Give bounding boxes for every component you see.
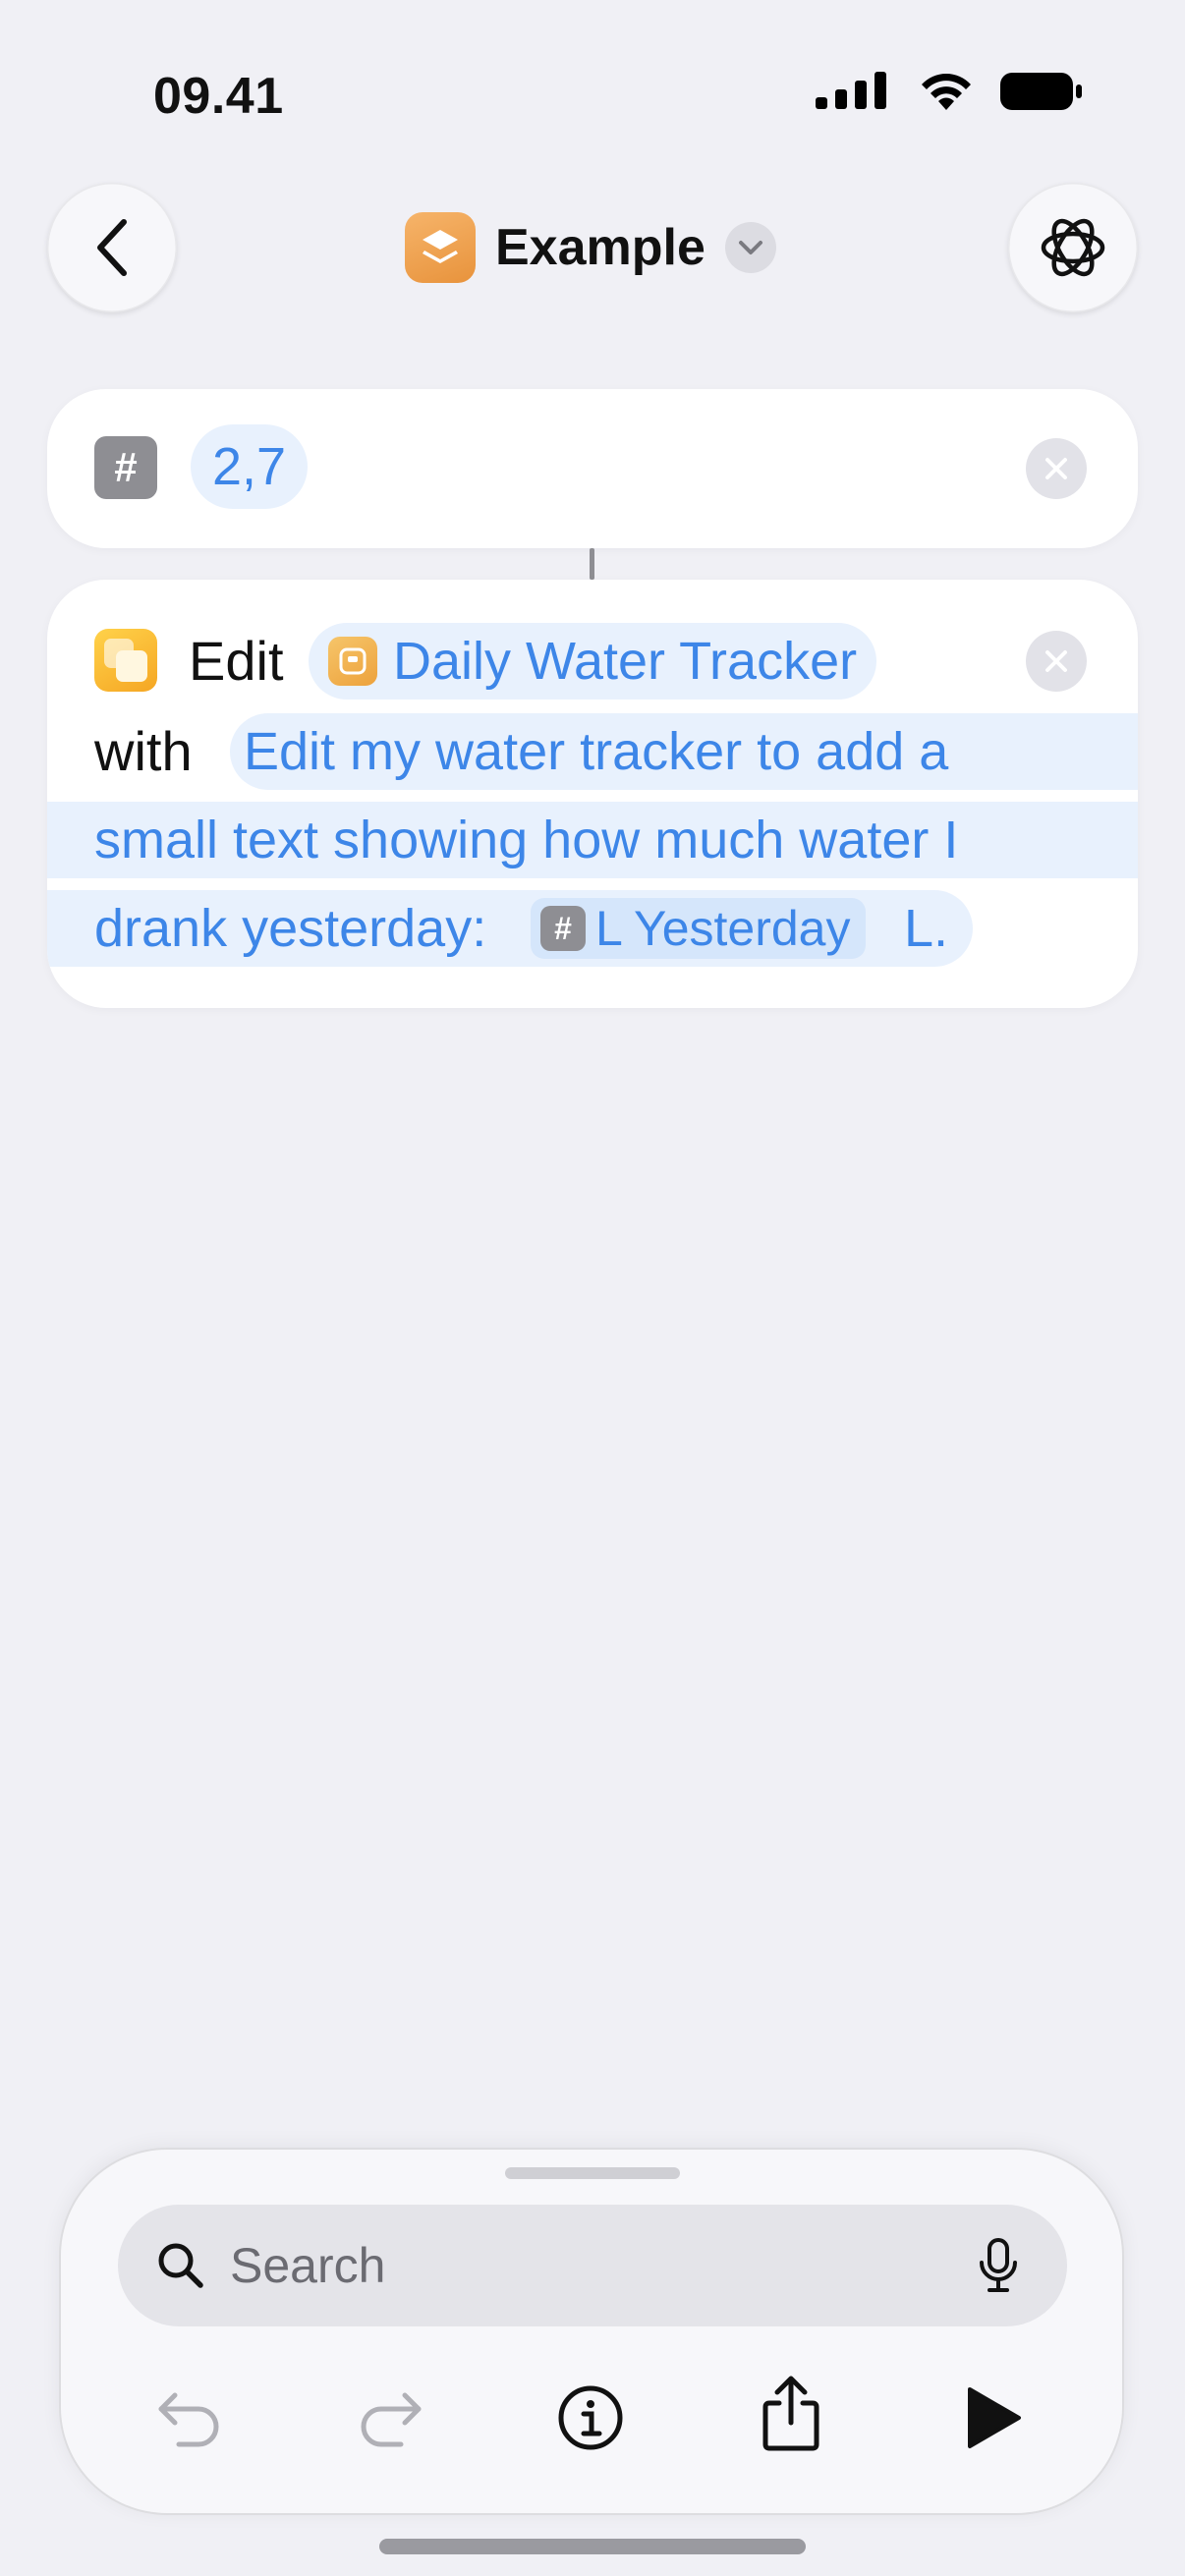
info-icon: [558, 2385, 623, 2450]
widget-icon: [339, 647, 367, 675]
info-button[interactable]: [546, 2374, 635, 2462]
number-icon: #: [94, 436, 157, 499]
scripting-app-icon: [94, 629, 157, 692]
apple-intelligence-icon: [1041, 218, 1105, 277]
battery-icon: [1000, 73, 1082, 110]
target-pill[interactable]: Daily Water Tracker: [309, 623, 877, 700]
title-dropdown[interactable]: [724, 222, 776, 273]
share-button[interactable]: [747, 2370, 835, 2458]
close-icon: [1045, 458, 1067, 479]
microphone-icon[interactable]: [977, 2237, 1020, 2294]
action-connector: [590, 548, 594, 580]
shortcut-title: Example: [495, 219, 705, 276]
cellular-signal-icon: [816, 72, 886, 109]
status-time: 09.41: [153, 68, 284, 125]
remove-number-action-button[interactable]: [1026, 438, 1087, 499]
shortcut-title-menu[interactable]: Example: [405, 210, 776, 285]
undo-button[interactable]: [145, 2374, 234, 2462]
prompt-suffix[interactable]: L.: [904, 898, 948, 959]
search-icon: [158, 2243, 203, 2288]
remove-edit-action-button[interactable]: [1026, 631, 1087, 692]
shortcut-icon: [405, 212, 476, 283]
prompt-text-line1[interactable]: Edit my water tracker to add a: [244, 721, 948, 782]
wifi-icon: [922, 74, 971, 110]
redo-button[interactable]: [346, 2374, 434, 2462]
share-icon: [762, 2376, 819, 2451]
prompt-text-line3[interactable]: drank yesterday:: [94, 898, 486, 959]
status-icons: [814, 71, 1083, 112]
edit-verb: Edit: [189, 630, 284, 692]
variable-name: L Yesterday: [595, 901, 851, 956]
redo-icon: [361, 2392, 422, 2447]
layers-icon: [423, 230, 458, 263]
play-icon: [968, 2387, 1021, 2448]
back-button[interactable]: [47, 183, 177, 312]
search-placeholder: Search: [230, 2238, 386, 2293]
home-indicator: [379, 2539, 806, 2554]
edit-action-card[interactable]: Edit Daily Water Tracker with Edit my wa…: [47, 580, 1138, 1008]
prompt-text-line2[interactable]: small text showing how much water I: [94, 810, 958, 870]
widget-app-icon: [328, 637, 377, 686]
target-name: Daily Water Tracker: [393, 632, 858, 691]
run-button[interactable]: [949, 2374, 1038, 2462]
apple-intelligence-button[interactable]: [1008, 183, 1138, 312]
number-action-card[interactable]: # 2,7: [47, 389, 1138, 548]
with-label: with: [94, 720, 193, 782]
number-variable-icon: #: [540, 906, 586, 951]
close-icon: [1045, 650, 1067, 672]
panel-grabber[interactable]: [505, 2167, 680, 2179]
undo-icon: [158, 2392, 219, 2447]
variable-pill[interactable]: # L Yesterday: [531, 898, 867, 959]
chevron-left-icon: [97, 219, 127, 276]
action-search-panel: Search: [59, 2148, 1124, 2515]
chevron-down-icon: [738, 241, 762, 254]
number-value-pill[interactable]: 2,7: [191, 424, 309, 509]
search-field[interactable]: Search: [118, 2205, 1067, 2326]
